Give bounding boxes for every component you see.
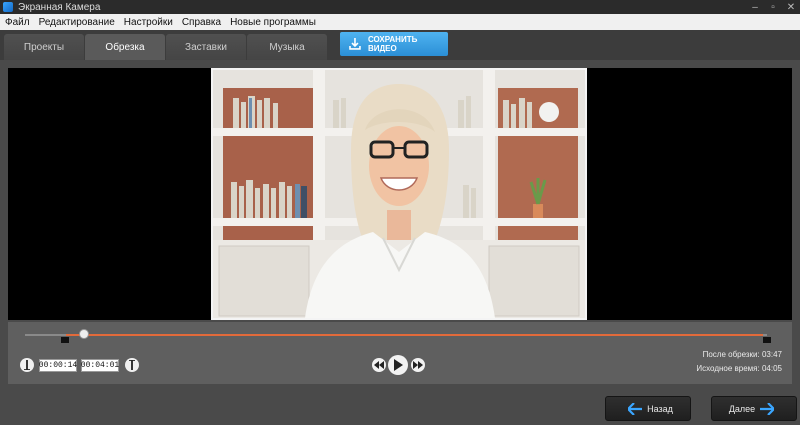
close-button[interactable]: ✕ [782,0,800,14]
after-trim-label: После обрезки: [702,350,760,359]
source-time-label: Исходное время: [696,364,760,373]
menu-bar: Файл Редактирование Настройки Справка Но… [0,14,800,30]
set-end-icon [129,360,135,370]
arrow-right-icon [760,402,775,415]
tab-trim[interactable]: Обрезка [85,34,165,60]
title-bar: Экранная Камера – ▫ ✕ [0,0,800,14]
play-icon [394,359,403,371]
footer: Назад Далее [0,388,800,425]
rewind-icon [374,361,384,369]
back-button[interactable]: Назад [605,396,691,421]
after-trim-value: 03:47 [761,350,782,359]
back-label: Назад [647,403,673,414]
end-time-field[interactable]: 00:04:01 [81,359,119,372]
minimize-button[interactable]: – [746,0,764,14]
set-end-button[interactable] [125,358,139,372]
video-preview [8,68,792,320]
next-frame-button[interactable] [411,358,425,372]
set-start-icon [24,360,30,370]
tab-projects[interactable]: Проекты [4,34,84,60]
maximize-button[interactable]: ▫ [764,0,782,14]
save-video-label: СОХРАНИТЬ ВИДЕО [367,35,418,53]
set-start-button[interactable] [20,358,34,372]
video-frame [211,68,587,320]
app-icon [3,2,13,12]
menu-settings[interactable]: Настройки [124,17,173,28]
menu-file[interactable]: Файл [5,17,30,28]
timeline-selection [66,334,763,336]
after-trim-info: После обрезки: 03:47 [642,350,782,359]
timeline-panel: 00:00:14 00:04:01 После обрезки: 03:47 И… [8,322,792,384]
save-video-button[interactable]: СОХРАНИТЬ ВИДЕО [340,32,448,56]
next-button[interactable]: Далее [711,396,797,421]
menu-new-programs[interactable]: Новые программы [230,17,316,28]
next-label: Далее [728,403,756,414]
window-title: Экранная Камера [18,1,101,13]
tab-music[interactable]: Музыка [247,34,327,60]
source-time-value: 04:05 [761,364,782,373]
trim-end-handle[interactable] [763,337,771,343]
tab-intros[interactable]: Заставки [166,34,246,60]
play-button[interactable] [388,355,408,375]
download-icon [349,38,361,50]
fast-forward-icon [413,361,423,369]
source-time-info: Исходное время: 04:05 [642,364,782,373]
menu-edit[interactable]: Редактирование [39,17,115,28]
playhead-slider[interactable] [79,329,89,339]
video-frame-image [213,70,585,318]
menu-help[interactable]: Справка [182,17,221,28]
window-controls: – ▫ ✕ [746,0,800,14]
trim-start-handle[interactable] [61,337,69,343]
tab-bar: Проекты Обрезка Заставки Музыка СОХРАНИТ… [0,30,800,60]
start-time-field[interactable]: 00:00:14 [39,359,77,372]
arrow-left-icon [628,402,643,415]
previous-frame-button[interactable] [372,358,386,372]
